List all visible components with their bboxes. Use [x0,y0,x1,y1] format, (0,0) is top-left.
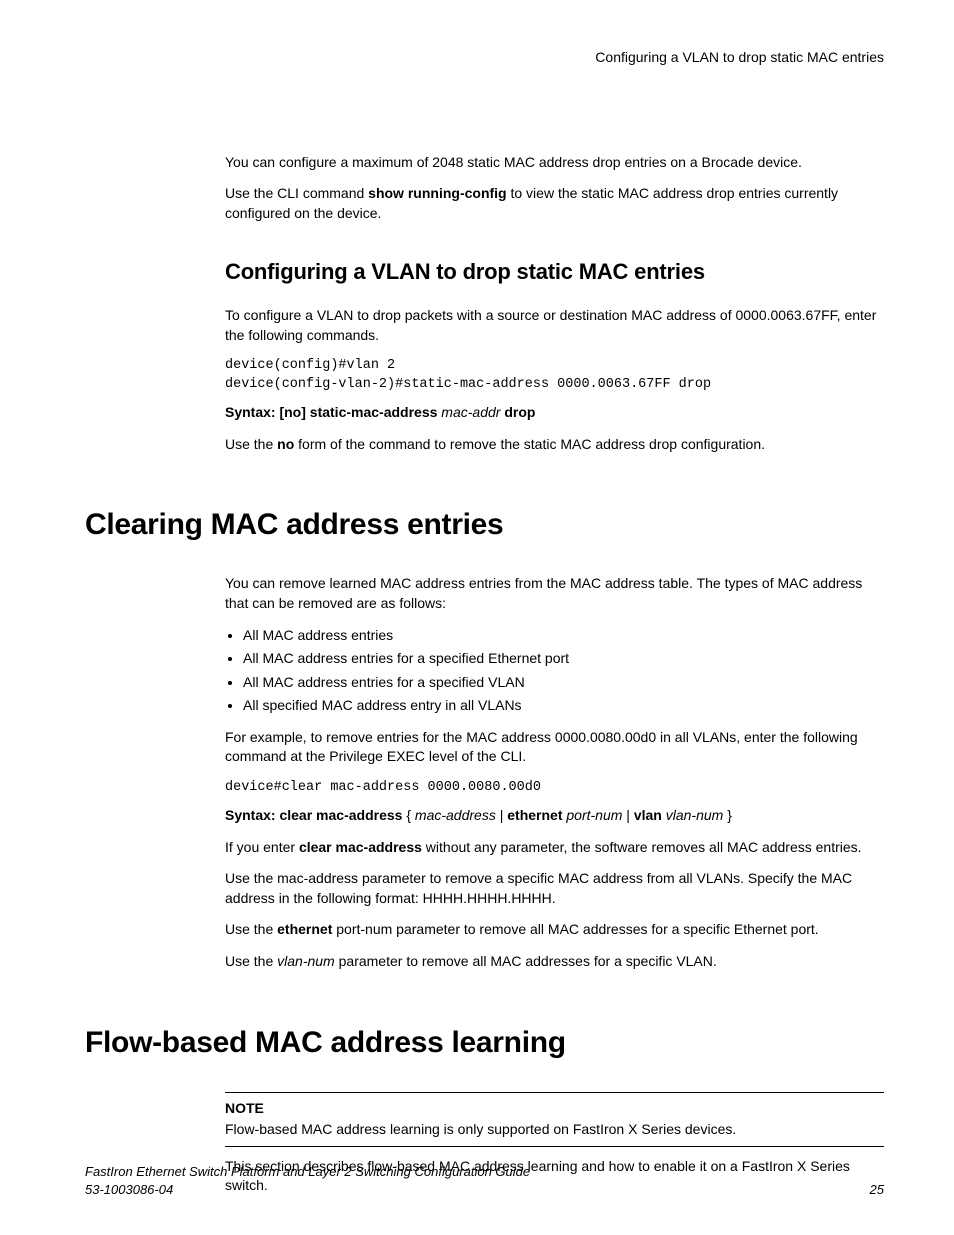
paragraph: Use the ethernet port-num parameter to r… [225,920,884,940]
paragraph: Use the vlan-num parameter to remove all… [225,952,884,972]
paragraph: Use the CLI command show running-config … [225,184,884,223]
paragraph: You can configure a maximum of 2048 stat… [225,153,884,173]
note-label: NOTE [225,1099,884,1119]
heading-configuring-vlan: Configuring a VLAN to drop static MAC en… [225,257,884,288]
text: parameter to remove all MAC addresses fo… [335,953,717,969]
note-rule-bottom [225,1146,884,1147]
paragraph: For example, to remove entries for the M… [225,728,884,767]
paragraph: Use the mac-address parameter to remove … [225,869,884,908]
text: } [723,807,732,823]
text: | [496,807,507,823]
param: vlan-num [277,953,335,969]
paragraph: Use the no form of the command to remove… [225,435,884,455]
text: Use the [225,921,277,937]
paragraph: If you enter clear mac-address without a… [225,838,884,858]
paragraph: To configure a VLAN to drop packets with… [225,306,884,345]
text: { [402,807,414,823]
note-text: Flow-based MAC address learning is only … [225,1120,884,1140]
syntax-param: mac-addr [441,404,500,420]
syntax-param: port-num [566,807,622,823]
keyword: ethernet [277,921,332,937]
syntax-keyword: vlan [634,807,662,823]
keyword: clear mac-address [299,839,422,855]
text: | [622,807,633,823]
keyword: no [277,436,294,452]
text: without any parameter, the software remo… [422,839,862,855]
syntax-param: mac-address [415,807,496,823]
footer-title: FastIron Ethernet Switch Platform and La… [85,1163,530,1181]
code-block: device(config)#vlan 2 device(config-vlan… [225,357,884,395]
bullet-list: All MAC address entries All MAC address … [225,626,884,716]
text: Use the [225,436,277,452]
syntax-label: Syntax: [no] static-mac-address [225,404,441,420]
code-block: device#clear mac-address 0000.0080.00d0 [225,779,884,798]
text: port-num parameter to remove all MAC add… [332,921,818,937]
heading-clearing-mac: Clearing MAC address entries [85,504,884,546]
list-item: All MAC address entries for a specified … [243,649,884,669]
syntax-param: vlan-num [666,807,724,823]
list-item: All specified MAC address entry in all V… [243,696,884,716]
footer-page-number: 25 [870,1181,884,1199]
text: If you enter [225,839,299,855]
syntax-keyword: drop [500,404,535,420]
command-text: show running-config [368,185,506,201]
syntax-keyword: ethernet [507,807,562,823]
text: Use the [225,953,277,969]
list-item: All MAC address entries [243,626,884,646]
note-rule-top [225,1092,884,1093]
text: form of the command to remove the static… [294,436,765,452]
syntax-line: Syntax: clear mac-address { mac-address … [225,806,884,826]
heading-flow-based: Flow-based MAC address learning [85,1022,884,1064]
footer-docnum: 53-1003086-04 [85,1181,530,1199]
page-footer: FastIron Ethernet Switch Platform and La… [85,1163,884,1199]
list-item: All MAC address entries for a specified … [243,673,884,693]
paragraph: You can remove learned MAC address entri… [225,574,884,613]
running-header: Configuring a VLAN to drop static MAC en… [85,48,884,68]
text: Use the CLI command [225,185,368,201]
syntax-label: Syntax: clear mac-address [225,807,402,823]
syntax-line: Syntax: [no] static-mac-address mac-addr… [225,403,884,423]
